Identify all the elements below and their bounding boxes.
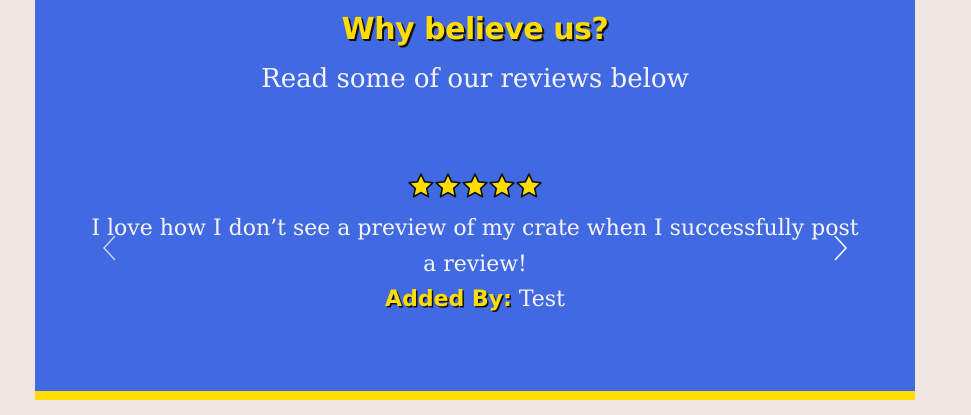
reviews-section: Why believe us? Read some of our reviews… [35, 0, 915, 391]
star-icon [462, 173, 488, 198]
section-subheading: Read some of our reviews below [261, 64, 689, 94]
star-rating [35, 172, 915, 200]
section-accent-bar [35, 391, 915, 400]
review-author: Added By: Test [35, 284, 915, 316]
review-text: I love how I don’t see a preview of my c… [91, 216, 859, 277]
star-icon [408, 173, 434, 198]
star-icon [435, 173, 461, 198]
chevron-right-icon [834, 235, 848, 261]
added-by-label: Added By: [385, 287, 512, 312]
star-icon [516, 173, 542, 198]
chevron-left-icon [102, 235, 116, 261]
added-by-name: Test [518, 287, 565, 312]
carousel-next-button[interactable] [829, 232, 849, 264]
carousel-prev-button[interactable] [101, 232, 121, 264]
section-heading: Why believe us? [341, 12, 609, 47]
star-icon [489, 173, 515, 198]
